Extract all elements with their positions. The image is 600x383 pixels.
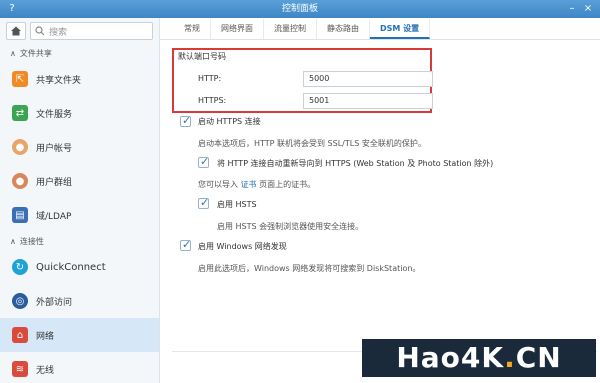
sidebar-item-label: 用户群组 bbox=[36, 177, 73, 188]
https-enable-label: 启动 HTTPS 连接 bbox=[198, 117, 261, 126]
globe-icon: ◎ bbox=[12, 293, 28, 309]
windows-discovery-checkbox[interactable] bbox=[180, 238, 191, 251]
window-titlebar: 控制面板 ? – × bbox=[0, 0, 600, 18]
watermark-logo: Hao4K.CN bbox=[362, 339, 596, 377]
search-input[interactable]: 搜索 bbox=[30, 22, 153, 40]
transfer-icon: ⇄ bbox=[12, 105, 28, 121]
search-placeholder: 搜索 bbox=[49, 27, 68, 38]
share-icon: ⇱ bbox=[12, 71, 28, 87]
section-label: 文件共享 bbox=[19, 48, 52, 58]
sidebar-item-wireless[interactable]: ≋ 无线 bbox=[0, 352, 159, 383]
home-button[interactable] bbox=[6, 22, 26, 40]
sidebar-item-quickconnect[interactable]: ↻ QuickConnect bbox=[0, 250, 159, 284]
main-panel: 常规 网络界面 流量控制 静态路由 DSM 设置 默认端口号码 HTTP: 50… bbox=[160, 18, 600, 383]
https-enable-checkbox[interactable] bbox=[180, 114, 191, 127]
watermark-main: Hao4K bbox=[396, 341, 505, 374]
https-redirect-label: 将 HTTP 连接自动重新导向到 HTTPS (Web Station 及 Ph… bbox=[217, 159, 494, 168]
http-port-input[interactable]: 5000 bbox=[303, 71, 433, 87]
window-title: 控制面板 bbox=[281, 4, 318, 14]
sidebar-toolbar: 搜索 bbox=[0, 18, 159, 44]
hsts-label: 启用 HSTS bbox=[217, 200, 257, 209]
section-label: 连接性 bbox=[19, 236, 44, 246]
https-port-input[interactable]: 5001 bbox=[303, 93, 433, 109]
certificate-hint-suffix: 页面上的证书。 bbox=[259, 180, 316, 189]
wireless-icon: ≋ bbox=[12, 361, 28, 377]
tab-traffic-control[interactable]: 流量控制 bbox=[264, 19, 317, 39]
quickconnect-icon: ↻ bbox=[12, 259, 28, 275]
certificate-link[interactable]: 证书 bbox=[241, 180, 257, 189]
help-icon[interactable]: ? bbox=[6, 3, 18, 15]
directory-icon: ▤ bbox=[12, 207, 28, 223]
close-icon[interactable]: × bbox=[582, 3, 594, 15]
sidebar-item-label: 域/LDAP bbox=[36, 211, 72, 222]
chevron-up-icon: ∧ bbox=[10, 48, 16, 58]
sidebar-item-group[interactable]: ● 用户群组 bbox=[0, 164, 159, 198]
sidebar-item-user[interactable]: ● 用户帐号 bbox=[0, 130, 159, 164]
sidebar-item-domain-ldap[interactable]: ▤ 域/LDAP bbox=[0, 198, 159, 232]
certificate-hint-prefix: 您可以导入 bbox=[198, 180, 238, 189]
windows-discovery-description: 启用此选项后，Windows 网络发现将可搜索到 DiskStation。 bbox=[198, 264, 421, 273]
sidebar-item-label: 共享文件夹 bbox=[36, 75, 82, 86]
http-port-label: HTTP: bbox=[198, 74, 222, 83]
search-icon bbox=[35, 26, 45, 36]
section-file-sharing[interactable]: ∧ 文件共享 bbox=[0, 44, 159, 62]
tab-dsm-settings[interactable]: DSM 设置 bbox=[370, 19, 431, 39]
tab-network-interface[interactable]: 网络界面 bbox=[211, 19, 264, 39]
hsts-checkbox[interactable] bbox=[198, 196, 209, 209]
network-house-icon: ⌂ bbox=[12, 327, 28, 343]
watermark-tld: CN bbox=[515, 341, 562, 374]
https-port-label: HTTPS: bbox=[198, 96, 227, 105]
certificate-hint: 您可以导入 证书 页面上的证书。 bbox=[198, 179, 315, 190]
sidebar-item-label: 文件服务 bbox=[36, 109, 73, 120]
sidebar-item-file-services[interactable]: ⇄ 文件服务 bbox=[0, 96, 159, 130]
sidebar-item-network[interactable]: ⌂ 网络 bbox=[0, 318, 159, 352]
windows-discovery-label: 启用 Windows 网络发现 bbox=[198, 242, 287, 251]
port-group-title: 默认端口号码 bbox=[178, 52, 226, 61]
https-enable-description: 启动本选项后，HTTP 联机将会受到 SSL/TLS 安全联机的保护。 bbox=[198, 139, 426, 148]
https-redirect-checkbox[interactable] bbox=[198, 155, 209, 168]
sidebar-item-label: 用户帐号 bbox=[36, 143, 73, 154]
group-icon: ● bbox=[12, 173, 28, 189]
tab-bar: 常规 网络界面 流量控制 静态路由 DSM 设置 bbox=[160, 18, 600, 40]
tab-general[interactable]: 常规 bbox=[174, 19, 211, 39]
user-icon: ● bbox=[12, 139, 28, 155]
minimize-icon[interactable]: – bbox=[566, 3, 578, 15]
tab-static-route[interactable]: 静态路由 bbox=[317, 19, 370, 39]
sidebar: 搜索 ∧ 文件共享 ⇱ 共享文件夹 ⇄ 文件服务 ● 用户帐号 ● 用户群组 ▤… bbox=[0, 18, 160, 383]
sidebar-item-label: 无线 bbox=[36, 365, 55, 376]
sidebar-item-shared-folder[interactable]: ⇱ 共享文件夹 bbox=[0, 62, 159, 96]
chevron-up-icon: ∧ bbox=[10, 236, 16, 246]
sidebar-item-external-access[interactable]: ◎ 外部访问 bbox=[0, 284, 159, 318]
home-icon bbox=[11, 26, 21, 36]
hsts-description: 启用 HSTS 会强制浏览器使用安全连接。 bbox=[217, 222, 364, 231]
sidebar-item-label: QuickConnect bbox=[36, 261, 106, 273]
sidebar-item-label: 网络 bbox=[36, 331, 55, 342]
sidebar-item-label: 外部访问 bbox=[36, 297, 73, 308]
watermark-dot: . bbox=[504, 341, 516, 374]
section-connectivity[interactable]: ∧ 连接性 bbox=[0, 232, 159, 250]
